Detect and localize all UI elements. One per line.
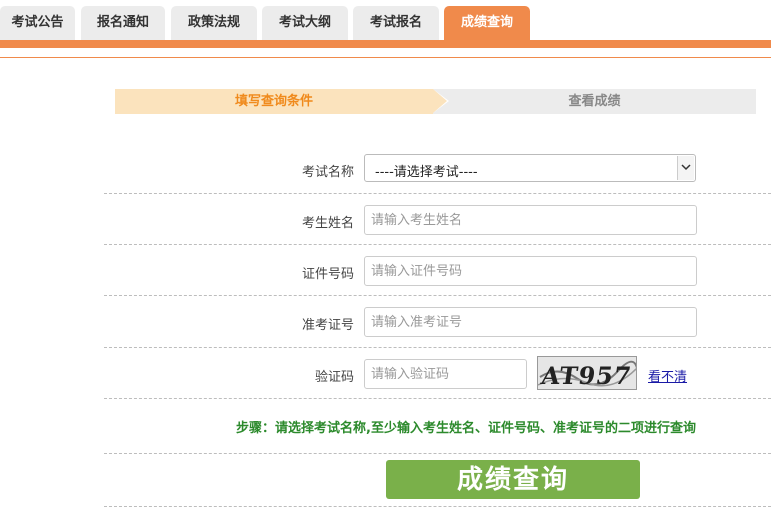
admission-ticket-input[interactable] xyxy=(364,307,697,337)
row-divider xyxy=(104,506,771,507)
exam-name-label: 考试名称 xyxy=(301,165,354,180)
captcha-image[interactable]: AT957 xyxy=(537,356,637,390)
admission-ticket-label: 准考证号 xyxy=(301,318,354,333)
tab-bar: 考试公告 报名通知 政策法规 考试大纲 考试报名 成绩查询 xyxy=(0,0,771,48)
score-query-button[interactable]: 成绩查询 xyxy=(386,460,640,499)
candidate-name-label: 考生姓名 xyxy=(301,216,354,231)
tab-exam-registration[interactable]: 考试报名 xyxy=(353,6,439,40)
row-divider xyxy=(104,295,771,296)
refresh-captcha-link[interactable]: 看不清 xyxy=(648,366,687,385)
candidate-name-input[interactable] xyxy=(364,205,697,235)
captcha-input[interactable] xyxy=(364,359,527,389)
chevron-down-icon[interactable] xyxy=(677,156,694,180)
tab-registration-notice[interactable]: 报名通知 xyxy=(81,6,165,40)
tab-exam-outline[interactable]: 考试大纲 xyxy=(262,6,348,40)
tab-underline xyxy=(0,40,771,48)
captcha-label: 验证码 xyxy=(314,370,354,385)
tab-policies[interactable]: 政策法规 xyxy=(171,6,257,40)
exam-select-value: ----请选择考试---- xyxy=(375,165,478,180)
tab-score-query[interactable]: 成绩查询 xyxy=(444,6,530,40)
row-divider xyxy=(104,347,771,348)
svg-text:AT957: AT957 xyxy=(538,361,633,390)
row-divider xyxy=(104,453,771,454)
id-number-input[interactable] xyxy=(364,256,697,286)
step-view-score: 查看成绩 xyxy=(433,89,756,114)
exam-select[interactable]: ----请选择考试---- xyxy=(364,154,696,182)
step-fill-conditions: 填写查询条件 xyxy=(115,89,433,114)
tab-exam-announcement[interactable]: 考试公告 xyxy=(0,6,75,40)
id-number-label: 证件号码 xyxy=(301,267,354,282)
row-divider xyxy=(104,193,771,194)
instruction-hint: 步骤：请选择考试名称,至少输入考生姓名、证件号码、准考证号的二项进行查询 xyxy=(236,421,696,436)
divider xyxy=(0,57,771,58)
row-divider xyxy=(104,244,771,245)
row-divider xyxy=(104,398,771,399)
step-arrow xyxy=(433,89,447,113)
